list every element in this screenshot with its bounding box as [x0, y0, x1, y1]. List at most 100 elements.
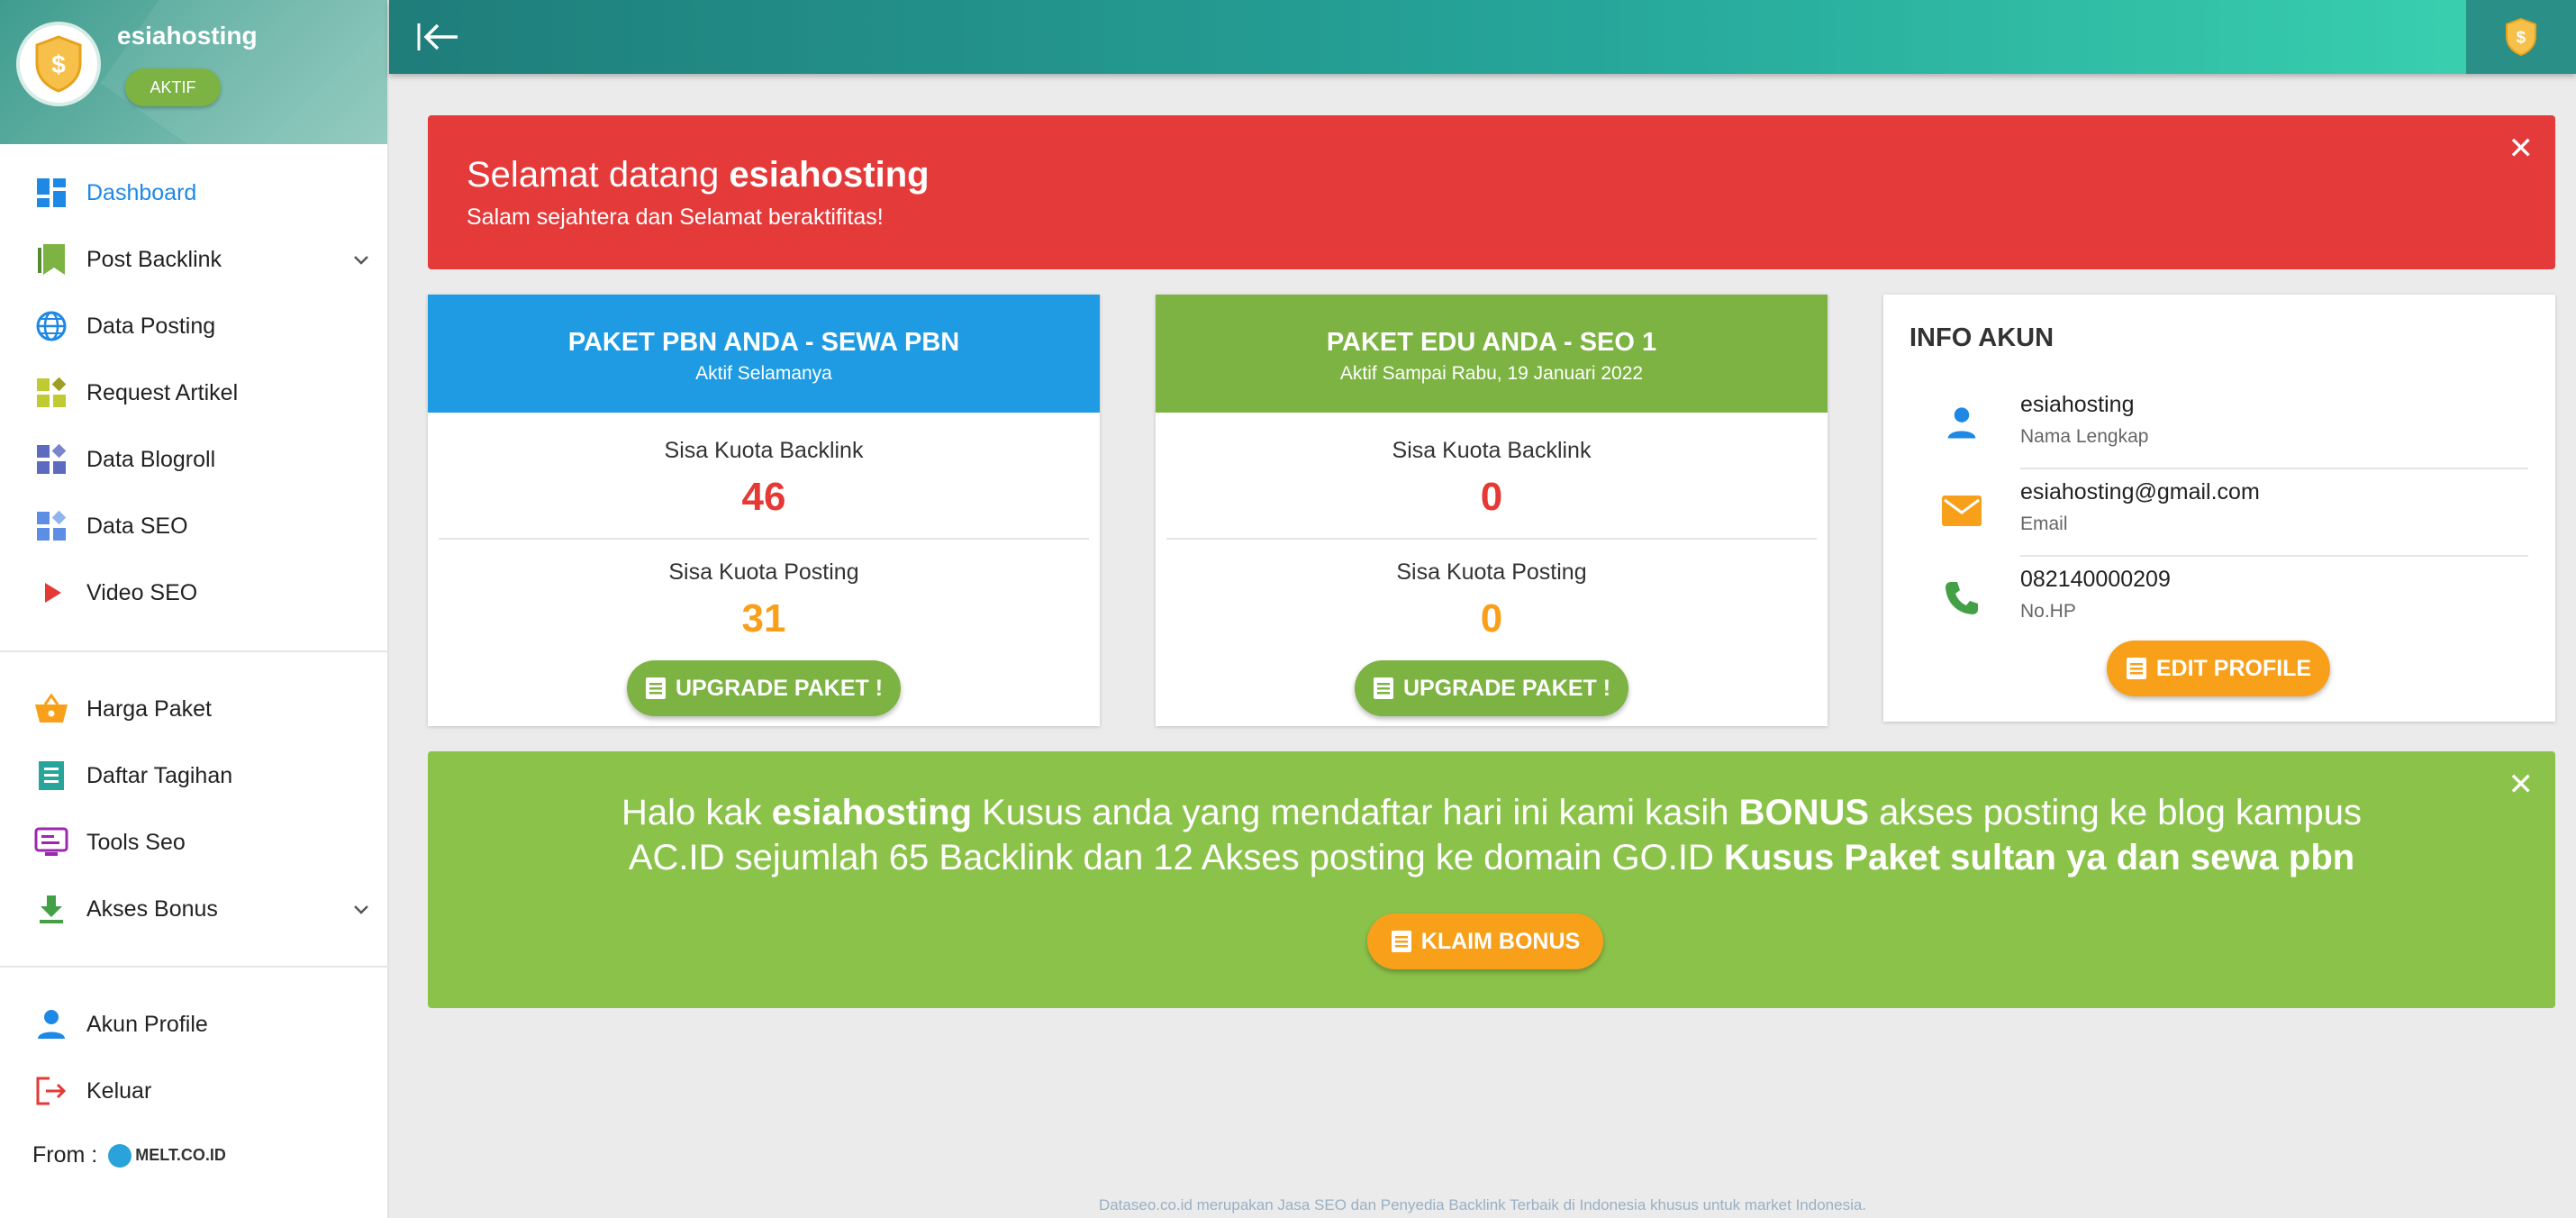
sidebar-item-label: Akses Bonus [86, 895, 218, 922]
document-icon [2126, 658, 2146, 679]
bonus-message: Halo kak esiahosting Kusus anda yang men… [608, 790, 2375, 880]
klaim-bonus-button[interactable]: KLAIM BONUS [1367, 914, 1603, 969]
button-label: EDIT PROFILE [2155, 655, 2312, 681]
sidebar-item-daftar-tagihan[interactable]: Daftar Tagihan [0, 742, 389, 809]
info-email-label: Email [2020, 514, 2068, 534]
sidebar-item-label: Data Blogroll [86, 446, 216, 472]
tools-icon [34, 825, 68, 859]
avatar[interactable]: $ [16, 22, 101, 106]
sidebar-item-label: Data Posting [86, 313, 216, 339]
download-icon [34, 892, 68, 926]
info-akun-title: INFO AKUN [1909, 323, 2054, 352]
pbn-card-subtitle: Aktif Selamanya [695, 363, 832, 384]
info-email-value: esiahosting@gmail.com [2020, 479, 2260, 504]
sidebar-item-label: Post Backlink [86, 246, 222, 272]
welcome-alert: Selamat datang esiahosting Salam sejahte… [428, 115, 2555, 269]
bonus-text-4: Kusus Paket sultan ya dan sewa pbn [1723, 838, 2355, 877]
sidebar-item-akses-bonus[interactable]: Akses Bonus [0, 876, 389, 942]
upgrade-paket-button[interactable]: UPGRADE PAKET ! [1355, 660, 1628, 716]
play-icon [34, 576, 68, 610]
sidebar-item-request-artikel[interactable]: Request Artikel [0, 359, 389, 426]
document-icon [645, 677, 666, 699]
account-nav: Akun Profile Keluar [0, 991, 389, 1124]
pbn-card-title: PAKET PBN ANDA - SEWA PBN [567, 328, 960, 357]
receipt-icon [34, 759, 68, 793]
bookmark-icon [34, 242, 68, 277]
edu-posting-label: Sisa Kuota Posting [1396, 559, 1587, 585]
svg-text:$: $ [51, 50, 66, 78]
chevron-down-icon [354, 256, 368, 265]
logout-icon [34, 1074, 68, 1108]
person-icon [34, 1007, 68, 1041]
edu-card-header: PAKET EDU ANDA - SEO 1 Aktif Sampai Rabu… [1156, 295, 1828, 413]
sidebar-item-label: Akun Profile [86, 1011, 208, 1037]
sidebar-item-data-blogroll[interactable]: Data Blogroll [0, 426, 389, 493]
melt-logo[interactable]: MELT.CO.ID [108, 1143, 226, 1168]
bonus-text-2: Kusus anda yang mendaftar hari ini kami … [972, 793, 1739, 832]
dashboard-icon [34, 176, 68, 210]
edu-backlink-value: 0 [1480, 475, 1503, 519]
sidebar-item-harga-paket[interactable]: Harga Paket [0, 676, 389, 742]
edu-card-title: PAKET EDU ANDA - SEO 1 [1326, 328, 1657, 357]
sidebar-item-label: Harga Paket [86, 695, 212, 722]
widgets-icon [34, 509, 68, 543]
sidebar-item-label: Daftar Tagihan [86, 762, 233, 788]
info-phone-label: No.HP [2020, 601, 2076, 622]
sidebar-item-data-posting[interactable]: Data Posting [0, 293, 389, 359]
sidebar-item-label: Request Artikel [86, 379, 239, 405]
bonus-username: esiahosting [771, 793, 972, 832]
divider [0, 650, 389, 652]
mail-icon [1939, 488, 1984, 533]
welcome-title: Selamat datang esiahosting [467, 155, 2555, 195]
top-shield-button[interactable]: $ [2466, 0, 2576, 74]
edu-card-subtitle: Aktif Sampai Rabu, 19 Januari 2022 [1339, 363, 1644, 384]
document-icon [1373, 677, 1393, 699]
edu-package-card: PAKET EDU ANDA - SEO 1 Aktif Sampai Rabu… [1156, 295, 1828, 726]
sidebar-username: esiahosting [117, 22, 258, 50]
sidebar-item-keluar[interactable]: Keluar [0, 1058, 389, 1124]
button-label: KLAIM BONUS [1420, 928, 1581, 954]
button-label: UPGRADE PAKET ! [675, 675, 884, 701]
info-name-label: Nama Lengkap [2020, 426, 2149, 447]
sidebar-item-label: Data SEO [86, 513, 188, 539]
bonus-alert: Halo kak esiahosting Kusus anda yang men… [428, 751, 2555, 1008]
sidebar-item-data-seo[interactable]: Data SEO [0, 493, 389, 559]
edu-posting-value: 0 [1480, 596, 1503, 641]
shield-dollar-icon: $ [35, 35, 82, 93]
divider [2020, 555, 2528, 557]
sidebar-item-video-seo[interactable]: Video SEO [0, 559, 389, 626]
melt-logo-text: MELT.CO.ID [135, 1146, 226, 1164]
collapse-sidebar-icon[interactable] [416, 18, 463, 56]
close-icon[interactable]: ✕ [2508, 769, 2535, 800]
basket-icon [34, 692, 68, 726]
bonus-text-1: Halo kak [621, 793, 772, 832]
person-icon [1939, 401, 1984, 446]
chevron-down-icon [354, 905, 368, 914]
top-bar: $ [389, 0, 2576, 74]
pbn-package-card: PAKET PBN ANDA - SEWA PBN Aktif Selamany… [428, 295, 1100, 726]
sidebar-item-tools-seo[interactable]: Tools Seo [0, 809, 389, 876]
sidebar-header: $ esiahosting AKTIF [0, 0, 387, 144]
secondary-nav: Harga Paket Daftar Tagihan Tools Seo Aks… [0, 676, 389, 942]
info-phone-row: 082140000209 No.HP [1883, 558, 2555, 630]
sidebar-item-post-backlink[interactable]: Post Backlink [0, 226, 389, 293]
welcome-greeting: Selamat datang [467, 155, 730, 195]
welcome-subtitle: Salam sejahtera dan Selamat beraktifitas… [467, 205, 884, 230]
sidebar-item-label: Tools Seo [86, 829, 186, 855]
bonus-word: BONUS [1738, 793, 1870, 832]
pbn-posting-label: Sisa Kuota Posting [668, 559, 859, 585]
melt-logo-icon [108, 1143, 132, 1168]
shield-dollar-icon: $ [2506, 17, 2536, 57]
sidebar-item-akun-profile[interactable]: Akun Profile [0, 991, 389, 1058]
upgrade-paket-button[interactable]: UPGRADE PAKET ! [627, 660, 901, 716]
widgets-icon [34, 442, 68, 477]
edu-backlink-label: Sisa Kuota Backlink [1392, 438, 1592, 463]
sidebar-item-label: Video SEO [86, 579, 198, 605]
sidebar-item-dashboard[interactable]: Dashboard [0, 159, 389, 226]
pbn-posting-value: 31 [741, 596, 786, 641]
from-label: From : [32, 1142, 98, 1168]
info-akun-card: INFO AKUN esiahosting Nama Lengkap esiah… [1883, 295, 2555, 722]
close-icon[interactable]: ✕ [2508, 133, 2535, 164]
edit-profile-button[interactable]: EDIT PROFILE [2107, 641, 2330, 696]
button-label: UPGRADE PAKET ! [1402, 675, 1611, 701]
